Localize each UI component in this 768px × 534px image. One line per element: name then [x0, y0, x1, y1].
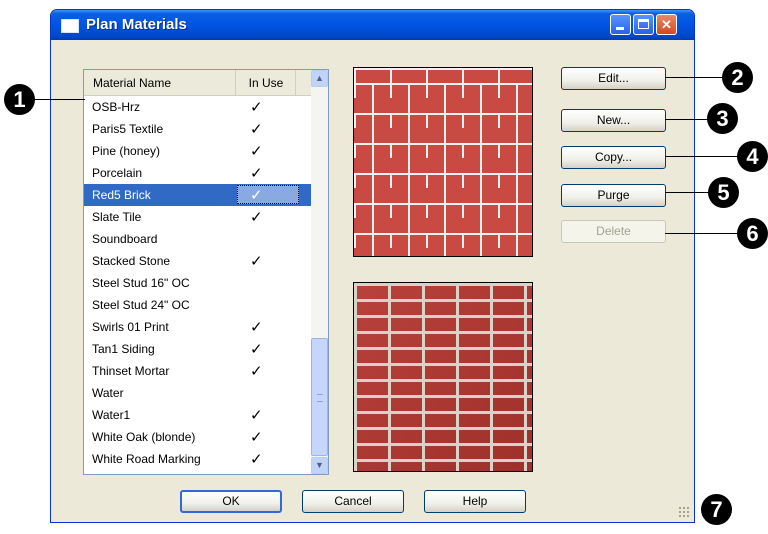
close-button[interactable]: ✕ — [656, 14, 677, 35]
list-item[interactable]: Slate Tile ✓ — [84, 206, 312, 228]
material-name: Porcelain — [92, 166, 143, 180]
material-name: Steel Stud 24" OC — [92, 298, 190, 312]
window-icon — [61, 19, 79, 33]
callout-marker-1: 1 — [4, 84, 35, 115]
scroll-up-button[interactable]: ▲ — [311, 70, 328, 87]
title-bar[interactable]: Plan Materials ✕ — [51, 10, 694, 40]
scroll-down-button[interactable]: ▼ — [311, 457, 328, 474]
minimize-icon — [616, 27, 624, 30]
material-name: Slate Tile — [92, 210, 142, 224]
list-item[interactable]: Steel Stud 16" OC — [84, 272, 312, 294]
callout-marker-6: 6 — [737, 218, 768, 249]
material-name: White Road Marking — [92, 452, 201, 466]
in-use-check-icon: ✓ — [250, 253, 263, 270]
callout-line-2 — [665, 77, 723, 78]
material-name: Water1 — [92, 408, 131, 422]
callout-marker-2: 2 — [722, 62, 753, 93]
list-item[interactable]: Water — [84, 382, 312, 404]
material-name: Thinset Mortar — [92, 364, 170, 378]
list-item[interactable]: OSB-Hrz ✓ — [84, 96, 312, 118]
callout-marker-5: 5 — [708, 177, 739, 208]
callout-line-6 — [665, 233, 741, 234]
ok-button[interactable]: OK — [180, 490, 282, 513]
list-item-selected[interactable]: Red5 Brick ✓ — [84, 184, 312, 206]
material-list[interactable]: Material Name In Use OSB-Hrz ✓ Paris5 Text… — [83, 69, 329, 475]
chevron-down-icon: ▼ — [315, 460, 324, 470]
callout-line-3 — [665, 119, 709, 120]
edit-button[interactable]: Edit... — [561, 67, 666, 90]
list-scrollbar[interactable]: ▲ ▼ — [311, 70, 328, 474]
maximize-icon — [638, 19, 649, 29]
copy-button[interactable]: Copy... — [561, 146, 666, 169]
material-name: Tan1 Siding — [92, 342, 155, 356]
in-use-check-icon: ✓ — [250, 451, 263, 468]
in-use-focus-box — [237, 185, 299, 204]
material-name: OSB-Hrz — [92, 100, 140, 114]
material-preview-pattern — [353, 67, 533, 257]
in-use-check-icon: ✓ — [250, 187, 263, 204]
list-rows: OSB-Hrz ✓ Paris5 Textile ✓ Pine (honey) ✓ Porc… — [84, 96, 312, 470]
list-header: Material Name In Use — [84, 70, 312, 96]
minimize-button[interactable] — [610, 14, 631, 35]
callout-marker-3: 3 — [707, 103, 738, 134]
material-name: Pine (honey) — [92, 144, 161, 158]
material-name: Red5 Brick — [92, 188, 151, 202]
in-use-check-icon: ✓ — [250, 99, 263, 116]
list-item[interactable]: Porcelain ✓ — [84, 162, 312, 184]
list-item[interactable]: Stacked Stone ✓ — [84, 250, 312, 272]
in-use-check-icon: ✓ — [250, 143, 263, 160]
callout-marker-4: 4 — [737, 141, 768, 172]
list-item[interactable]: Soundboard — [84, 228, 312, 250]
close-icon: ✕ — [661, 17, 672, 32]
callout-line-4 — [665, 156, 741, 157]
grip-icon — [317, 394, 323, 402]
list-item[interactable]: Water1 ✓ — [84, 404, 312, 426]
window-title: Plan Materials — [86, 16, 187, 33]
material-preview-texture — [353, 282, 533, 472]
help-button[interactable]: Help — [424, 490, 526, 513]
list-item[interactable]: Tan1 Siding ✓ — [84, 338, 312, 360]
purge-button[interactable]: Purge — [561, 184, 666, 207]
material-name: Water — [92, 386, 124, 400]
chevron-up-icon: ▲ — [315, 73, 324, 83]
cancel-button[interactable]: Cancel — [302, 490, 404, 513]
material-name: White Oak (blonde) — [92, 430, 196, 444]
scroll-thumb[interactable] — [311, 338, 328, 456]
list-item[interactable]: Paris5 Textile ✓ — [84, 118, 312, 140]
in-use-check-icon: ✓ — [250, 429, 263, 446]
list-item[interactable]: Thinset Mortar ✓ — [84, 360, 312, 382]
in-use-check-icon: ✓ — [250, 209, 263, 226]
callout-marker-7: 7 — [701, 494, 732, 525]
in-use-check-icon: ✓ — [250, 165, 263, 182]
in-use-check-icon: ✓ — [250, 407, 263, 424]
in-use-check-icon: ✓ — [250, 363, 263, 380]
list-item[interactable]: White Oak (blonde) ✓ — [84, 426, 312, 448]
callout-line-1 — [32, 99, 85, 100]
resize-grip-icon[interactable] — [678, 506, 690, 518]
list-item[interactable]: White Road Marking ✓ — [84, 448, 312, 470]
material-name: Paris5 Textile — [92, 122, 164, 136]
plan-materials-dialog: Plan Materials ✕ Material Name In Use OS… — [50, 9, 695, 523]
in-use-check-icon: ✓ — [250, 319, 263, 336]
list-item[interactable]: Swirls 01 Print ✓ — [84, 316, 312, 338]
column-header-material-name[interactable]: Material Name — [84, 70, 236, 95]
column-header-in-use[interactable]: In Use — [237, 70, 296, 95]
maximize-button[interactable] — [633, 14, 654, 35]
list-item[interactable]: Steel Stud 24" OC — [84, 294, 312, 316]
material-name: Swirls 01 Print — [92, 320, 169, 334]
material-name: Stacked Stone — [92, 254, 171, 268]
new-button[interactable]: New... — [561, 109, 666, 132]
material-name: Steel Stud 16" OC — [92, 276, 190, 290]
material-name: Soundboard — [92, 232, 158, 246]
in-use-check-icon: ✓ — [250, 341, 263, 358]
callout-line-5 — [665, 192, 711, 193]
list-item[interactable]: Pine (honey) ✓ — [84, 140, 312, 162]
in-use-check-icon: ✓ — [250, 121, 263, 138]
delete-button[interactable]: Delete — [561, 220, 666, 243]
